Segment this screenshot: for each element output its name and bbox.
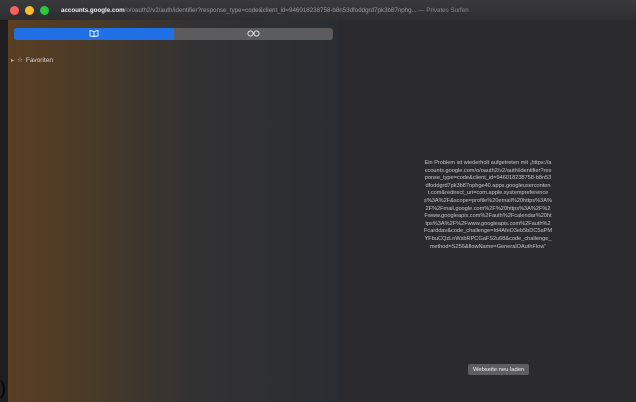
close-window-button[interactable] xyxy=(10,5,19,15)
title-bar: accounts.google.com/o/oauth2/v2/auth/ide… xyxy=(0,0,636,21)
zoom-window-button[interactable] xyxy=(40,5,49,15)
sidebar: ▸ ☆ Favoriten xyxy=(8,20,338,402)
tab-bookmarks[interactable] xyxy=(14,28,174,40)
stray-parenthesis: ) xyxy=(0,378,6,398)
error-message: Ein Problem ist wiederholt aufgetreten m… xyxy=(424,160,552,250)
url-domain: accounts.google.com xyxy=(61,6,125,14)
window-title: accounts.google.com/o/oauth2/v2/auth/ide… xyxy=(61,7,621,14)
browser-window: accounts.google.com/o/oauth2/v2/auth/ide… xyxy=(0,0,636,402)
book-icon xyxy=(89,29,99,39)
private-browsing-label: — Privates Surfen xyxy=(418,6,469,14)
minimize-window-button[interactable] xyxy=(25,5,34,15)
page-content: Ein Problem ist wiederholt aufgetreten m… xyxy=(338,20,636,402)
url-path: /o/oauth2/v2/auth/identifier?response_ty… xyxy=(124,6,417,14)
reload-page-button[interactable]: Webseite neu laden xyxy=(468,364,530,375)
star-icon: ☆ xyxy=(17,57,23,64)
tab-reading-list[interactable] xyxy=(174,28,334,40)
sidebar-segmented-control xyxy=(14,28,333,40)
glasses-icon xyxy=(247,29,260,39)
favorites-label: Favoriten xyxy=(25,56,53,64)
window-controls xyxy=(10,5,49,15)
chevron-right-icon[interactable]: ▸ xyxy=(11,57,14,64)
favorites-item[interactable]: ▸ ☆ Favoriten xyxy=(11,56,53,65)
